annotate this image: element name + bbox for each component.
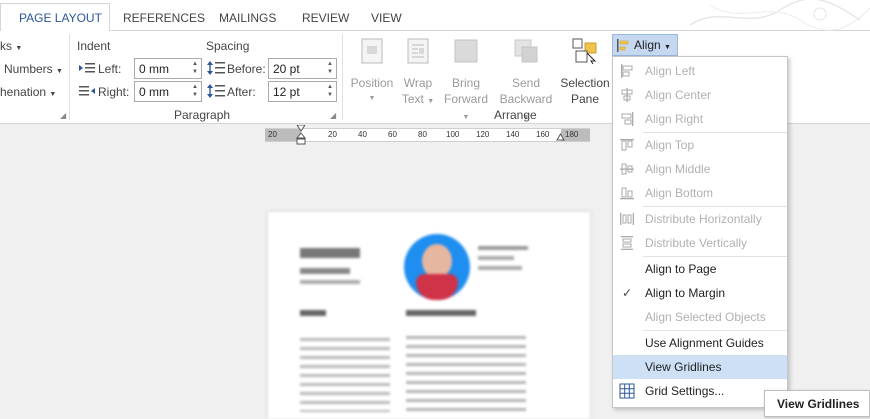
resume-skill-lines: [300, 332, 390, 412]
menu-item-distribute-horizontally[interactable]: Distribute Horizontally: [613, 207, 787, 231]
indent-left-icon: [79, 63, 95, 73]
ribbon-tab-bar: PAGE LAYOUT REFERENCES MAILINGS REVIEW V…: [0, 0, 870, 32]
align-top-icon: [620, 139, 634, 151]
paragraph-launcher-icon[interactable]: ◢: [330, 111, 336, 120]
checkmark-icon: ✓: [622, 286, 633, 300]
menu-item-align-selected-objects[interactable]: Align Selected Objects: [613, 305, 787, 329]
resume-subtitle-block: [300, 268, 350, 274]
resume-name-block: [300, 248, 360, 258]
spacing-before-input[interactable]: 20 pt ▲ ▼: [268, 58, 337, 79]
group-separator: [342, 34, 343, 120]
bring-forward-button[interactable]: Bring Forward ▼: [440, 37, 492, 126]
indent-left-label: Left:: [98, 62, 122, 76]
align-bottom-icon: [620, 187, 634, 200]
indent-right-icon: [79, 86, 95, 96]
selection-pane-button[interactable]: Selection Pane: [558, 37, 612, 107]
spacing-after-icon: [207, 84, 225, 98]
wrap-text-icon: [407, 38, 429, 64]
indent-marker-icon[interactable]: [296, 125, 306, 147]
spin-arrows-icon[interactable]: ▲ ▼: [191, 83, 199, 100]
ruler-number: 60: [388, 130, 397, 139]
ruler-number: 120: [476, 130, 490, 139]
spacing-after-input[interactable]: 12 pt ▲ ▼: [268, 81, 337, 102]
align-button-label: Align: [634, 38, 661, 52]
menu-item-align-to-page[interactable]: Align to Page: [613, 257, 787, 281]
tab-page-layout[interactable]: PAGE LAYOUT: [19, 11, 102, 25]
align-dropdown-menu: Align Left Align Center Align Right Alig…: [612, 56, 788, 408]
arrange-group-label: Arrange: [494, 108, 537, 122]
menu-item-use-alignment-guides[interactable]: Use Alignment Guides: [613, 331, 787, 355]
indent-left-input[interactable]: 0 mm ▲ ▼: [134, 58, 202, 79]
spacing-after-label: After:: [227, 85, 256, 99]
right-indent-marker-icon[interactable]: [556, 131, 565, 141]
decorative-swirl-background: [689, 0, 870, 31]
menu-item-align-top[interactable]: Align Top: [613, 133, 787, 157]
align-center-icon: [621, 88, 633, 102]
ruler-number: 20: [328, 130, 337, 139]
tab-references[interactable]: REFERENCES: [123, 11, 205, 25]
indent-right-label: Right:: [98, 85, 130, 99]
spin-arrows-icon[interactable]: ▲ ▼: [326, 60, 334, 77]
tab-view[interactable]: VIEW: [371, 11, 402, 25]
tab-review[interactable]: REVIEW: [302, 11, 349, 25]
position-icon: [361, 38, 383, 64]
hyphenation-button[interactable]: henation ▼: [0, 85, 56, 99]
breaks-button[interactable]: ks ▼: [0, 39, 22, 53]
resume-experience-heading: [406, 310, 476, 316]
align-button[interactable]: Align ▼: [612, 34, 678, 56]
align-left-icon: [621, 64, 633, 78]
resume-skill-heading: [300, 310, 326, 316]
menu-item-align-center[interactable]: Align Center: [613, 83, 787, 107]
group-separator: [69, 34, 70, 120]
ruler-number: 180: [565, 130, 579, 139]
chevron-down-icon: ▼: [664, 44, 671, 51]
resume-contact-block: [478, 266, 522, 270]
menu-item-align-left[interactable]: Align Left: [613, 59, 787, 83]
menu-item-align-middle[interactable]: Align Middle: [613, 157, 787, 181]
spin-arrows-icon[interactable]: ▲ ▼: [191, 60, 199, 77]
distribute-vertically-icon: [621, 236, 633, 250]
bring-forward-icon: [454, 39, 478, 63]
align-middle-icon: [620, 163, 634, 175]
document-page[interactable]: [268, 212, 590, 419]
tooltip: View Gridlines: [764, 390, 870, 417]
menu-item-align-to-margin[interactable]: ✓ Align to Margin: [613, 281, 787, 305]
spacing-before-label: Before:: [227, 62, 266, 76]
selection-pane-icon: [572, 38, 597, 65]
indent-right-input[interactable]: 0 mm ▲ ▼: [134, 81, 202, 102]
paragraph-group-label: Paragraph: [174, 108, 231, 122]
align-icon: [617, 39, 629, 52]
indent-title: Indent: [77, 39, 111, 53]
menu-item-align-bottom[interactable]: Align Bottom: [613, 181, 787, 205]
spacing-title: Spacing: [206, 39, 250, 53]
distribute-horizontally-icon: [620, 213, 634, 225]
align-right-icon: [621, 112, 634, 126]
send-backward-icon: [514, 39, 538, 63]
resume-contact-block: [478, 256, 514, 260]
position-button[interactable]: Position ▼: [348, 37, 396, 107]
ruler-number: 140: [506, 130, 520, 139]
profile-photo: [404, 234, 470, 300]
tab-mailings[interactable]: MAILINGS: [219, 11, 276, 25]
menu-item-view-gridlines[interactable]: View Gridlines: [613, 355, 787, 379]
menu-item-grid-settings[interactable]: Grid Settings...: [613, 379, 787, 403]
grid-icon: [619, 383, 635, 399]
ruler-number: 80: [418, 130, 427, 139]
line-numbers-button[interactable]: Numbers ▼: [4, 62, 63, 76]
page-setup-launcher-icon[interactable]: ◢: [60, 111, 66, 120]
ruler-number: 160: [536, 130, 550, 139]
horizontal-ruler[interactable]: 20 20 40 60 80 100 120 140 160 180: [265, 125, 590, 145]
ruler-number: 20: [268, 130, 277, 139]
menu-item-distribute-vertically[interactable]: Distribute Vertically: [613, 231, 787, 255]
spacing-before-icon: [207, 61, 225, 75]
menu-item-align-right[interactable]: Align Right: [613, 107, 787, 131]
spin-arrows-icon[interactable]: ▲ ▼: [326, 83, 334, 100]
ruler-number: 40: [358, 130, 367, 139]
resume-text-block: [300, 280, 360, 284]
wrap-text-button[interactable]: Wrap Text ▼: [398, 37, 438, 110]
resume-contact-block: [478, 246, 528, 250]
resume-experience-lines: [406, 330, 526, 412]
ruler-number: 100: [446, 130, 460, 139]
